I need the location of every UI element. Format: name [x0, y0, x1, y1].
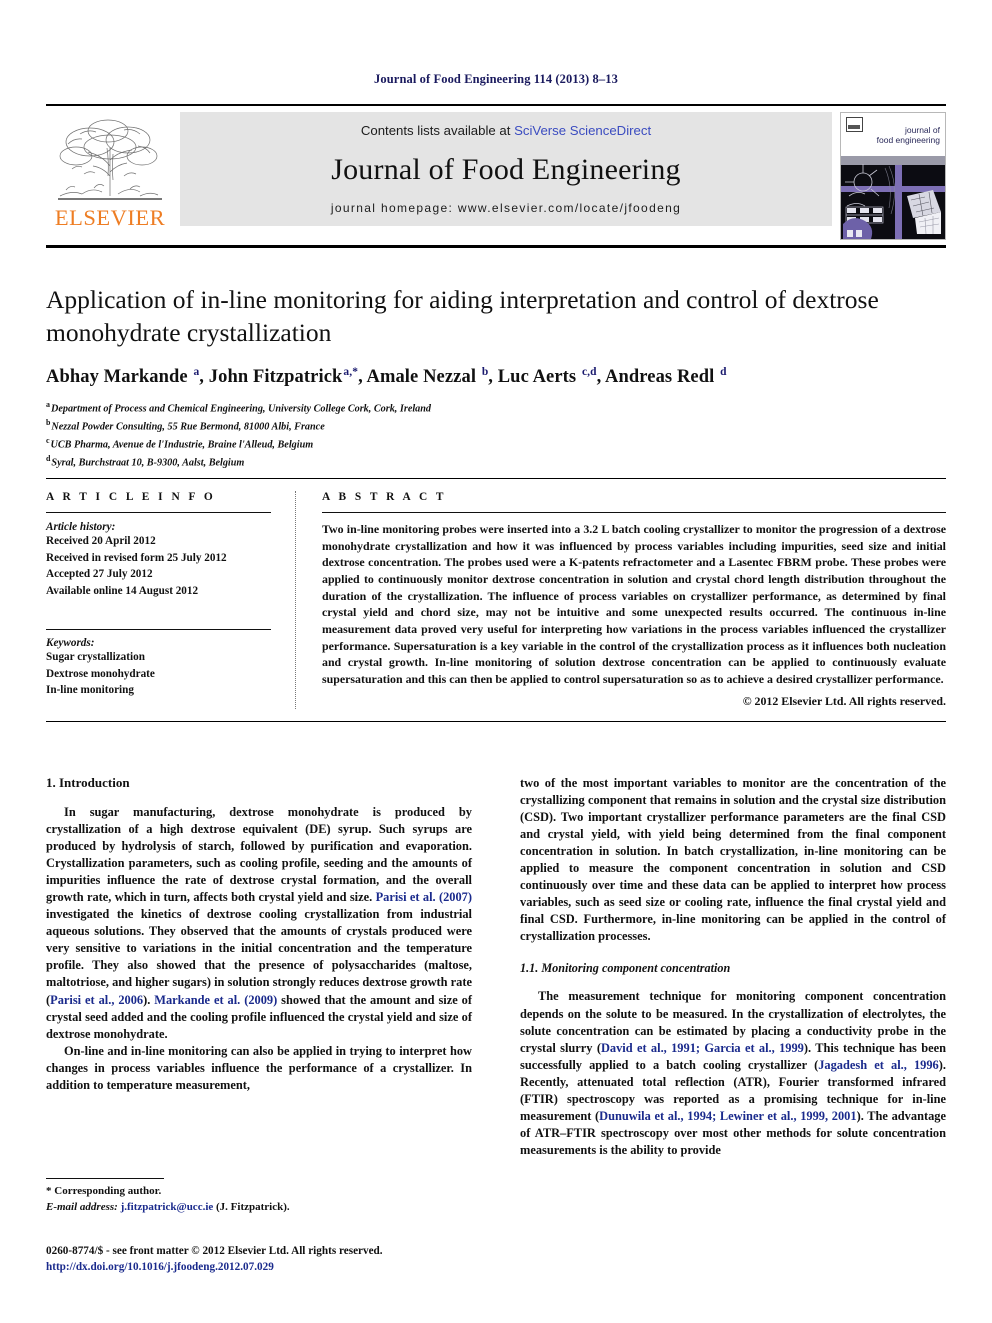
cover-artwork [841, 156, 945, 239]
running-head: Journal of Food Engineering 114 (2013) 8… [374, 72, 618, 86]
article-info-column: A R T I C L E I N F O Article history: R… [46, 491, 296, 709]
elsevier-wordmark: ELSEVIER [54, 205, 166, 230]
affiliation-text: Nezzal Powder Consulting, 55 Rue Bermond… [51, 421, 325, 433]
elsevier-logo: ELSEVIER [46, 112, 174, 240]
cover-title-line2: food engineering [876, 135, 940, 146]
page-title: Application of in-line monitoring for ai… [46, 285, 879, 347]
history-item: Received in revised form 25 July 2012 [46, 551, 227, 564]
issn-line: 0260-8774/$ - see front matter © 2012 El… [46, 1245, 383, 1257]
citation-parisi-2007[interactable]: Parisi et al. (2007) [376, 890, 472, 904]
article-info-rule [46, 512, 271, 513]
sciencedirect-link[interactable]: SciVerse ScienceDirect [514, 123, 651, 138]
citation-parisi-2006[interactable]: Parisi et al., 2006 [50, 993, 143, 1007]
keywords-group: Keywords: Sugar crystallization Dextrose… [46, 629, 271, 699]
affiliation-item: aDepartment of Process and Chemical Engi… [46, 399, 946, 417]
body-columns: 1. Introduction In sugar manufacturing, … [46, 775, 946, 1159]
affiliation-item: cUCB Pharma, Avenue de l'Industrie, Brai… [46, 435, 946, 453]
article-history-list: Received 20 April 2012 Received in revis… [46, 533, 271, 599]
affiliation-item: bNezzal Powder Consulting, 55 Rue Bermon… [46, 417, 946, 435]
citation-markande-2009[interactable]: Markande et al. (2009) [154, 993, 277, 1007]
affiliation-text: Syral, Burchstraat 10, B-9300, Aalst, Be… [51, 457, 245, 469]
cover-title: journal of food engineering [877, 125, 940, 145]
contents-available-line: Contents lists available at SciVerse Sci… [361, 123, 651, 138]
doi-link[interactable]: http://dx.doi.org/10.1016/j.jfoodeng.201… [46, 1259, 566, 1275]
intro-paragraph-1: In sugar manufacturing, dextrose monohyd… [46, 804, 472, 1043]
affiliation-item: dSyral, Burchstraat 10, B-9300, Aalst, B… [46, 453, 946, 471]
paper-first-page: Journal of Food Engineering 114 (2013) 8… [0, 0, 992, 1323]
abstract-rule [322, 512, 946, 513]
section-1-title: 1. Introduction [46, 775, 130, 790]
journal-masthead: ELSEVIER Contents lists available at Sci… [46, 104, 946, 248]
history-item: Received 20 April 2012 [46, 535, 156, 547]
keyword-item: Sugar crystallization [46, 651, 145, 664]
article-history-label: Article history: [46, 521, 116, 533]
contents-banner: Contents lists available at SciVerse Sci… [180, 112, 832, 226]
subsection-1-1-title: 1.1. Monitoring component concentration [520, 961, 731, 976]
history-item: Available online 14 August 2012 [46, 584, 199, 597]
history-item: Accepted 27 July 2012 [46, 568, 153, 581]
intro-paragraph-3: two of the most important variables to m… [520, 776, 946, 944]
journal-cover-thumbnail: journal of food engineering [840, 112, 946, 240]
citation-jagadesh-1996[interactable]: Jagadesh et al., 1996 [818, 1058, 939, 1072]
email-label: E-mail address: [46, 1200, 121, 1213]
author-list: Abhay Markande a, John Fitzpatricka,*, A… [46, 366, 727, 388]
email-suffix: (J. Fitzpatrick). [213, 1200, 290, 1213]
email-link[interactable]: j.fitzpatrick@ucc.ie [121, 1201, 214, 1213]
affiliation-list: aDepartment of Process and Chemical Engi… [46, 399, 946, 471]
cover-artwork-svg [841, 156, 945, 239]
abstract-copyright: © 2012 Elsevier Ltd. All rights reserved… [742, 693, 946, 708]
keyword-item: Dextrose monohydrate [46, 667, 155, 680]
keywords-list: Sugar crystallization Dextrose monohydra… [46, 649, 271, 699]
title-block: Application of in-line monitoring for ai… [46, 284, 946, 471]
footnote-rule [46, 1178, 164, 1179]
elsevier-tree-icon [58, 119, 162, 200]
keyword-item: In-line monitoring [46, 684, 134, 697]
contents-prefix: Contents lists available at [360, 123, 515, 138]
journal-title: Journal of Food Engineering [331, 152, 681, 186]
intro-paragraph-2: On-line and in-line monitoring can also … [46, 1043, 472, 1092]
subsection-paragraph-1: The measurement technique for monitoring… [520, 988, 946, 1158]
journal-homepage-link[interactable]: journal homepage: www.elsevier.com/locat… [331, 201, 681, 215]
corresponding-author-footnote: * Corresponding author. E-mail address: … [46, 1178, 472, 1215]
cover-title-line1: journal of [905, 125, 940, 135]
info-abstract-band: A R T I C L E I N F O Article history: R… [46, 478, 946, 722]
citation-david-garcia[interactable]: David et al., 1991; Garcia et al., 1999 [601, 1041, 804, 1055]
intro-p1-seg3: ). [143, 992, 155, 1007]
body-column-right: two of the most important variables to m… [520, 775, 946, 1159]
affiliation-text: UCB Pharma, Avenue de l'Industrie, Brain… [50, 439, 314, 451]
email-line: E-mail address: j.fitzpatrick@ucc.ie (J.… [46, 1200, 472, 1216]
article-info-heading: A R T I C L E I N F O [46, 491, 216, 503]
abstract-text: Two in-line monitoring probes were inser… [322, 522, 946, 686]
corresponding-author-line: * Corresponding author. [46, 1185, 162, 1197]
imprint-block: 0260-8774/$ - see front matter © 2012 El… [46, 1243, 566, 1275]
cover-elsevier-icon [846, 117, 863, 132]
keywords-label: Keywords: [46, 637, 95, 650]
affiliation-text: Department of Process and Chemical Engin… [50, 403, 432, 415]
cover-top-panel: journal of food engineering [841, 113, 945, 156]
abstract-heading: A B S T R A C T [322, 491, 447, 503]
body-column-left: 1. Introduction In sugar manufacturing, … [46, 775, 472, 1159]
abstract-column: A B S T R A C T Two in-line monitoring p… [296, 491, 946, 709]
citation-dunuwila-lewiner[interactable]: Dunuwila et al., 1994; Lewiner et al., 1… [599, 1109, 856, 1123]
